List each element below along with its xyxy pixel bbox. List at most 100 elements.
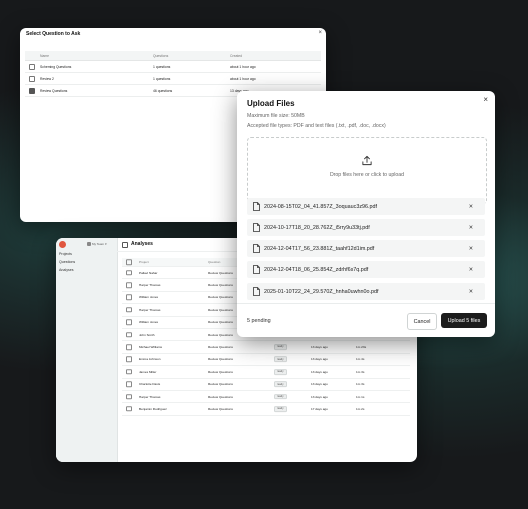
- sidebar: My Team ▾ Projects Questions Analyses: [56, 238, 118, 462]
- duration-text: 1m 4s: [356, 357, 365, 362]
- question-set-name: Review Questions: [208, 295, 233, 300]
- close-icon[interactable]: ×: [318, 30, 322, 36]
- table-row[interactable]: Harper Thomas Review Questions ready 13 day…: [122, 391, 410, 404]
- sidebar-item-analyses[interactable]: Analyses: [59, 268, 74, 272]
- remove-file-icon[interactable]: ×: [469, 224, 473, 231]
- project-name: James Miller: [139, 369, 157, 374]
- question-count: 46 questions: [153, 88, 173, 93]
- row-checkbox[interactable]: [126, 307, 132, 313]
- row-checkbox[interactable]: [126, 319, 132, 325]
- remove-file-icon[interactable]: ×: [469, 203, 473, 210]
- column-header-project: Project: [139, 260, 149, 264]
- row-checkbox[interactable]: [126, 331, 132, 338]
- table-row[interactable]: Emma Johnson Review Questions ready 13 days…: [122, 354, 410, 367]
- row-checkbox[interactable]: [126, 344, 132, 350]
- upload-files-button[interactable]: Upload 5 files: [441, 313, 487, 328]
- file-item: 2025-01-10T22_24_29.570Z_hnha0uwhn0o.pdf…: [247, 283, 485, 300]
- cancel-button[interactable]: Cancel: [407, 313, 437, 330]
- status-badge: ready: [274, 368, 287, 375]
- question-set-name: Review Questions: [208, 357, 233, 362]
- question-set-name: Scheming Questions: [40, 64, 72, 69]
- column-header-questions: Questions: [153, 53, 169, 58]
- duration-text: 1m 3s: [356, 382, 365, 387]
- project-name: Harper Thomas: [139, 283, 161, 288]
- upload-icon: [362, 155, 373, 166]
- question-set-name: Review Questions: [208, 394, 233, 399]
- created-time: 17 days ago: [311, 406, 328, 411]
- file-icon: [253, 244, 260, 253]
- sidebar-item-projects[interactable]: Projects: [59, 252, 72, 256]
- file-icon: [253, 202, 260, 211]
- row-checkbox[interactable]: [126, 393, 132, 400]
- team-switcher[interactable]: My Team ▾: [87, 242, 107, 246]
- status-badge: ready: [274, 381, 287, 388]
- row-checkbox[interactable]: [126, 282, 132, 288]
- row-checkbox[interactable]: [126, 269, 132, 276]
- table-row[interactable]: Benjamin Rodriguez Review Questions ready 1…: [122, 403, 410, 416]
- table-row[interactable]: Michael Williams Review Questions ready 13 …: [122, 341, 410, 354]
- question-count: 1 questions: [153, 64, 171, 69]
- question-set-name: Review Questions: [208, 270, 233, 275]
- status-badge: ready: [274, 393, 287, 400]
- table-row[interactable]: Review 2 1 questions about 1 hour ago: [25, 73, 321, 85]
- column-header-created: Created: [230, 53, 243, 58]
- table-header: Name Questions Created: [25, 51, 321, 61]
- row-checkbox[interactable]: [126, 406, 132, 412]
- table-row[interactable]: James Miller Review Questions ready 13 days…: [122, 366, 410, 379]
- row-checkbox[interactable]: [29, 63, 35, 70]
- duration-text: 1m 2s: [356, 406, 365, 411]
- column-header-name: Name: [40, 53, 50, 58]
- created-time: 13 days ago: [311, 369, 328, 374]
- accepted-types-text: Accepted file types: PDF and text files …: [247, 123, 386, 129]
- file-drop-zone[interactable]: Drop files here or click to upload: [247, 137, 487, 204]
- duration-text: 1m 23s: [356, 345, 367, 350]
- table-row[interactable]: Charlotte Davis Review Questions ready 13 d…: [122, 379, 410, 391]
- remove-file-icon[interactable]: ×: [469, 266, 473, 273]
- footer-divider: [237, 303, 495, 304]
- project-name: Benjamin Rodriguez: [139, 406, 167, 411]
- row-checkbox[interactable]: [29, 75, 35, 82]
- dialog-title: Upload Files: [247, 99, 295, 108]
- table-row[interactable]: Scheming Questions 1 questions about 1 h…: [25, 61, 321, 73]
- close-icon[interactable]: ×: [483, 95, 488, 104]
- file-item: 2024-08-15T02_04_41.857Z_3oquauc3z96.pdf…: [247, 198, 485, 215]
- project-name: Emma Johnson: [139, 357, 161, 362]
- status-badge: ready: [274, 344, 287, 350]
- project-name: William Jones: [139, 295, 159, 300]
- question-set-name: Review Questions: [208, 332, 233, 337]
- column-header-question: Question: [208, 260, 221, 264]
- duration-text: 1m 3s: [356, 369, 365, 374]
- question-set-name: Review Questions: [40, 88, 68, 93]
- question-set-name: Review 2: [40, 76, 54, 81]
- remove-file-icon[interactable]: ×: [469, 288, 473, 295]
- chevron-down-icon: ▾: [105, 242, 107, 246]
- question-set-name: Review Questions: [208, 369, 233, 374]
- select-all-checkbox[interactable]: [126, 259, 132, 265]
- team-name: My Team: [92, 242, 105, 246]
- question-set-name: Review Questions: [208, 307, 233, 312]
- page-title: Analyses: [131, 241, 153, 247]
- file-name: 2024-12-04T18_06_25.854Z_zdrhf6s7q.pdf: [264, 266, 369, 273]
- sidebar-toggle-icon[interactable]: [122, 242, 128, 248]
- question-set-name: Review Questions: [208, 283, 233, 288]
- sidebar-item-questions[interactable]: Questions: [59, 260, 75, 264]
- remove-file-icon[interactable]: ×: [469, 245, 473, 252]
- file-name: 2024-10-17T18_20_28.762Z_i5rry9u33tj.pdf: [264, 224, 370, 231]
- file-name: 2025-01-10T22_24_29.570Z_hnha0uwhn0o.pdf: [264, 288, 379, 295]
- question-set-name: Review Questions: [208, 382, 233, 387]
- project-name: Charlotte Davis: [139, 382, 161, 387]
- file-icon: [253, 265, 260, 274]
- file-name: 2024-08-15T02_04_41.857Z_3oquauc3z96.pdf: [264, 203, 377, 210]
- created-time: 13 days ago: [311, 382, 328, 387]
- row-checkbox[interactable]: [126, 294, 132, 301]
- project-name: William Jones: [139, 320, 159, 325]
- dialog-title: Select Question to Ask: [26, 31, 81, 37]
- row-checkbox-checked[interactable]: [29, 87, 35, 94]
- row-checkbox[interactable]: [126, 381, 132, 387]
- file-name: 2024-12-04T17_56_23.881Z_taahf12d1im.pdf: [264, 245, 375, 252]
- question-count: 1 questions: [153, 76, 171, 81]
- row-checkbox[interactable]: [126, 369, 132, 375]
- pending-count: 5 pending: [247, 318, 271, 324]
- status-badge: ready: [274, 406, 287, 412]
- row-checkbox[interactable]: [126, 356, 132, 363]
